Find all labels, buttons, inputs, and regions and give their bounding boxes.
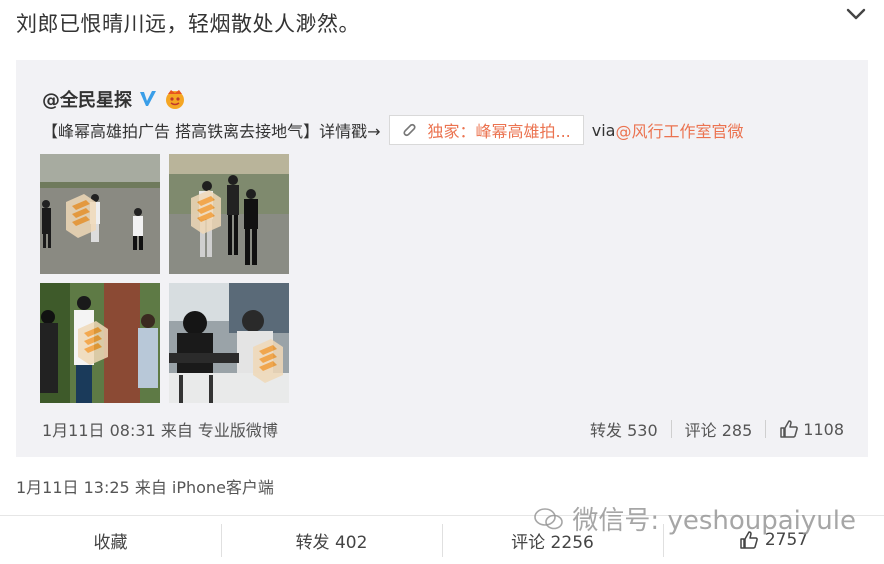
photo-thumbnail[interactable] — [169, 283, 289, 403]
repost-text: 【峰幂高雄拍广告 搭高铁离去接地气】详情戳→ 独家：峰幂高雄拍... via @… — [42, 115, 744, 145]
photo-thumbnail[interactable] — [40, 154, 160, 274]
photo-image — [169, 283, 289, 403]
like-button[interactable]: 2757 — [663, 516, 884, 564]
repost-comment-button[interactable]: 评论 285 — [685, 417, 753, 441]
post-text: 刘郎已恨晴川远，轻烟散处人渺然。 — [16, 12, 360, 36]
verified-icon — [140, 91, 156, 106]
chevron-down-icon[interactable] — [844, 2, 868, 26]
post-timestamp: 1月11日 13:25 来自 iPhone客户端 — [16, 478, 274, 497]
repost-like-button[interactable]: 1108 — [779, 419, 844, 439]
repost-card[interactable]: @全民星探 【峰幂高雄拍广告 搭高铁离去接地气】详情戳→ 独家：峰幂高雄拍...… — [16, 60, 868, 457]
repost-text-prefix: 【峰幂高雄拍广告 搭高铁离去接地气】详情戳→ — [42, 122, 381, 141]
photo-image — [169, 154, 289, 274]
action-bar: 收藏 转发 402 评论 2256 2757 — [0, 515, 884, 564]
divider — [765, 420, 767, 438]
author-name[interactable]: @全民星探 — [42, 86, 132, 112]
photo-image — [40, 154, 160, 274]
vip-crown-icon — [166, 90, 184, 109]
like-count: 2757 — [764, 530, 809, 550]
comment-button[interactable]: 评论 2256 — [442, 516, 663, 564]
favorite-button[interactable]: 收藏 — [0, 516, 221, 564]
repost-label: 转发 402 — [295, 532, 368, 553]
repost-actions: 转发 530 评论 285 1108 — [590, 417, 844, 441]
thumbs-up-icon — [740, 531, 758, 549]
via-author-link[interactable]: @风行工作室官微 — [615, 118, 743, 142]
comment-label: 评论 2256 — [511, 532, 594, 553]
link-icon — [402, 123, 416, 137]
photo-thumbnail[interactable] — [169, 154, 289, 274]
repost-author: @全民星探 — [42, 86, 186, 112]
favorite-label: 收藏 — [93, 532, 128, 553]
via-label: via — [591, 120, 616, 140]
photo-thumbnail[interactable] — [40, 283, 160, 403]
repost-like-count: 1108 — [803, 419, 844, 439]
article-link-label: 独家：峰幂高雄拍... — [427, 122, 571, 141]
repost-repost-label: 转发 530 — [590, 421, 658, 440]
divider — [670, 420, 672, 438]
photo-image — [40, 283, 160, 403]
repost-repost-button[interactable]: 转发 530 — [590, 417, 658, 441]
thumbs-up-icon — [780, 420, 799, 438]
repost-comment-label: 评论 285 — [684, 421, 753, 440]
article-link[interactable]: 独家：峰幂高雄拍... — [388, 115, 584, 145]
photo-grid — [40, 154, 290, 403]
repost-button[interactable]: 转发 402 — [221, 516, 442, 564]
repost-timestamp: 1月11日 08:31 来自 专业版微博 — [42, 421, 278, 440]
